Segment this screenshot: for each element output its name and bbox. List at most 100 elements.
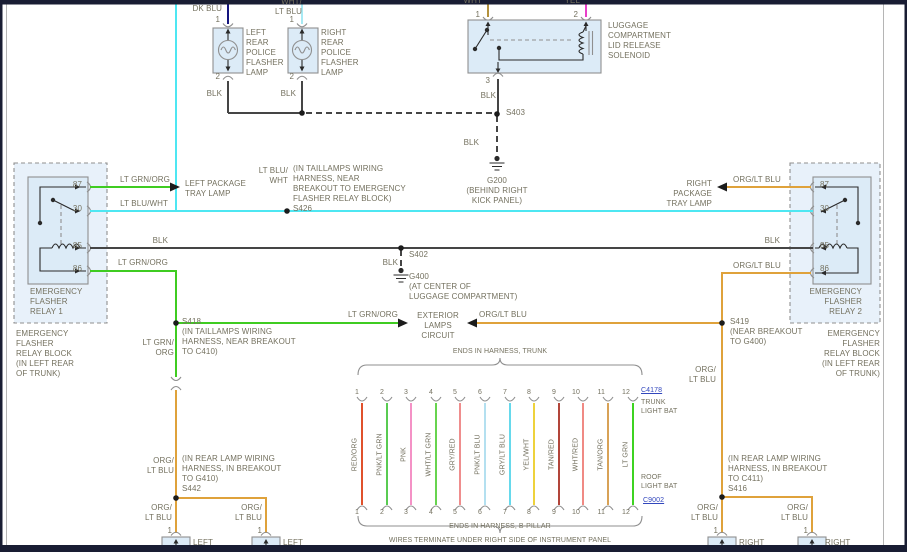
wire-label-blk-right-lamp: BLK — [280, 89, 296, 98]
bottom-lamp-1-pin: 1 — [167, 526, 172, 535]
trunk-wire-1-bottom-num: 1 — [355, 509, 359, 516]
wires-terminate-footnote: WIRES TERMINATE UNDER RIGHT SIDE OF INST… — [388, 537, 612, 544]
bottom-lamp-2-wire: ORG/ LT BLU — [235, 503, 262, 522]
trunk-wire-9-top-num: 9 — [552, 389, 556, 396]
trunk-wire-7-bottom-num: 7 — [503, 509, 507, 516]
relay1-pin-85: 85 — [72, 241, 82, 250]
right-lamp-pin-1: 1 — [289, 15, 294, 24]
solenoid-pin-3: 3 — [485, 76, 490, 85]
wire-label-lt-grn-org-86: LT GRN/ORG — [117, 258, 168, 267]
top-ground-wiring — [228, 112, 498, 156]
relay2-pin-85: 85 — [820, 241, 830, 250]
ground-g200-label: G200 (BEHIND RIGHT KICK PANEL) — [466, 176, 528, 205]
splice-s402-label: S402 — [409, 250, 429, 259]
trunk-wire-6-label: PNK/LT BLU — [474, 434, 482, 475]
wire-label-org-lt-blu-86: ORG/LT BLU — [733, 261, 781, 270]
exterior-lamps-circuit-ref: EXTERIOR LAMPS CIRCUIT — [417, 311, 459, 340]
wire-label-yel: YEL — [564, 0, 580, 5]
relay1-pin-86: 86 — [72, 264, 82, 273]
roof-light-bat-label: ROOF LIGHT BAT — [641, 474, 678, 491]
wire-label-org-lt-blu-s442: ORG/ LT BLU — [147, 456, 174, 475]
trunk-wire-4-bottom-num: 4 — [429, 509, 433, 516]
wire-label-lt-blu-wht-s426: LT BLU/ WHT — [258, 166, 288, 185]
trunk-wire-6-bottom-num: 6 — [478, 509, 482, 516]
trunk-wire-11-bottom-num: 11 — [597, 509, 605, 516]
trunk-wire-4-label: WHT/LT GRN — [425, 432, 433, 477]
splice-s419-note: S419 (NEAR BREAKOUT TO G400) — [730, 317, 803, 346]
relay1-pin-30: 30 — [72, 204, 82, 213]
trunk-wire-2-bottom-num: 2 — [380, 509, 384, 516]
wire-label-blk-85-right: BLK — [764, 236, 780, 245]
trunk-wire-6-top-num: 6 — [478, 389, 482, 396]
wire-label-blk-85: BLK — [152, 236, 168, 245]
wire-label-org-lt-blu-87: ORG/LT BLU — [733, 175, 781, 184]
right-lamp-pin-2: 2 — [289, 72, 294, 81]
connector-c9002-link[interactable]: C9002 — [643, 496, 664, 505]
trunk-wire-7-label: GRY/LT BLU — [499, 434, 507, 476]
trunk-wire-1-top-num: 1 — [355, 389, 359, 396]
trunk-wire-7-top-num: 7 — [503, 389, 507, 396]
trunk-wire-9-bottom-num: 9 — [552, 509, 556, 516]
trunk-wire-8-bottom-num: 8 — [527, 509, 531, 516]
trunk-wire-12-top-num: 12 — [622, 389, 630, 396]
wire-label-blk-solenoid: BLK — [480, 91, 496, 100]
trunk-wire-2-label: PNK/LT GRN — [376, 433, 384, 476]
trunk-wire-9-label: TAN/RED — [548, 439, 556, 470]
splice-s416-note: (IN REAR LAMP WIRING HARNESS, IN BREAKOU… — [728, 454, 828, 493]
splice-s403-label: S403 — [506, 108, 526, 117]
relay1-name: EMERGENCY FLASHER RELAY 1 — [30, 287, 83, 316]
trunk-wire-5-label: GRY/RED — [449, 438, 457, 471]
trunk-wire-2-top-num: 2 — [380, 389, 384, 396]
wire-label-blk-left-lamp: BLK — [206, 89, 222, 98]
trunk-harness-title: ENDS IN HARNESS, TRUNK — [452, 348, 548, 355]
wire-label-blk-g400: BLK — [382, 258, 398, 267]
splice-s426-note: (IN TAILLAMPS WIRING HARNESS, NEAR BREAK… — [293, 164, 406, 213]
left-rear-police-flasher-lamp-label: LEFT REAR POLICE FLASHER LAMP — [246, 28, 284, 77]
trunk-wire-12-bottom-num: 12 — [622, 509, 630, 516]
relay2-pin-86: 86 — [820, 264, 830, 273]
wire-label-lt-grn-org-s418: LT GRN/ ORG — [142, 338, 174, 357]
ground-g400-label: G400 (AT CENTER OF LUGGAGE COMPARTMENT) — [409, 272, 518, 301]
splice-s418-note: S418 (IN TAILLAMPS WIRING HARNESS, NEAR … — [182, 317, 296, 356]
solenoid-pin-2: 2 — [573, 10, 578, 19]
trunk-wire-11-top-num: 11 — [597, 389, 605, 396]
connector-c4178-link[interactable]: C4178 — [641, 386, 662, 395]
trunk-wire-8-top-num: 8 — [527, 389, 531, 396]
solenoid-pin-1: 1 — [475, 10, 480, 19]
bottom-lamp-3-pin: 1 — [713, 526, 718, 535]
trunk-wire-11-label: TAN/ORG — [597, 438, 605, 471]
trunk-wire-5-top-num: 5 — [453, 389, 457, 396]
right-rear-police-flasher-lamp-label: RIGHT REAR POLICE FLASHER LAMP — [321, 28, 359, 77]
bottom-lamp-2-name: LEFT — [283, 538, 303, 547]
right-rear-police-flasher-lamp-symbol — [287, 23, 319, 113]
trunk-wire-3-label: PNK — [400, 447, 408, 462]
left-package-tray-lamp-ref: LEFT PACKAGE TRAY LAMP — [185, 179, 246, 198]
wire-label-dk-blu: DK BLU — [192, 4, 222, 13]
wiring-diagram-page: DK BLU 1 LEFT REAR POLICE FLASHER LAMP 2… — [0, 0, 907, 552]
bottom-lamp-2-pin: 1 — [257, 526, 262, 535]
left-lamp-pin-1: 1 — [215, 15, 220, 24]
trunk-wire-10-top-num: 10 — [572, 389, 580, 396]
relay2-name: EMERGENCY FLASHER RELAY 2 — [809, 287, 862, 316]
bottom-lamp-4-name: RIGHT — [825, 538, 851, 547]
trunk-wire-10-bottom-num: 10 — [572, 509, 580, 516]
luggage-lid-release-solenoid-label: LUGGAGE COMPARTMENT LID RELEASE SOLENOID — [608, 21, 672, 60]
splice-s442-note: (IN REAR LAMP WIRING HARNESS, IN BREAKOU… — [182, 454, 282, 493]
wire-label-lt-blu-wht-30: LT BLU/WHT — [120, 199, 168, 208]
wire-label-wht: WHT — [463, 0, 482, 5]
wire-label-org-lt-blu-s419: ORG/ LT BLU — [689, 365, 716, 384]
bottom-lamp-3-wire: ORG/ LT BLU — [691, 503, 718, 522]
trunk-wire-8-label: YEL/WHT — [523, 438, 531, 471]
trunk-wire-12-label: LT GRN — [622, 441, 630, 468]
bottom-lamp-4-pin: 1 — [803, 526, 808, 535]
relay2-pin-30: 30 — [820, 204, 830, 213]
trunk-wire-4-top-num: 4 — [429, 389, 433, 396]
bottom-lamp-1-wire: ORG/ LT BLU — [145, 503, 172, 522]
left-rear-police-flasher-lamp-symbol — [212, 23, 244, 113]
g200-ground-symbol — [489, 155, 505, 171]
trunk-wire-5-bottom-num: 5 — [453, 509, 457, 516]
relay1-block-label: EMERGENCY FLASHER RELAY BLOCK (IN LEFT R… — [16, 329, 75, 378]
bottom-lamp-3-name: RIGHT — [739, 538, 765, 547]
trunk-wire-1-label: RED/ORG — [351, 437, 359, 472]
trunk-wire-3-bottom-num: 3 — [404, 509, 408, 516]
